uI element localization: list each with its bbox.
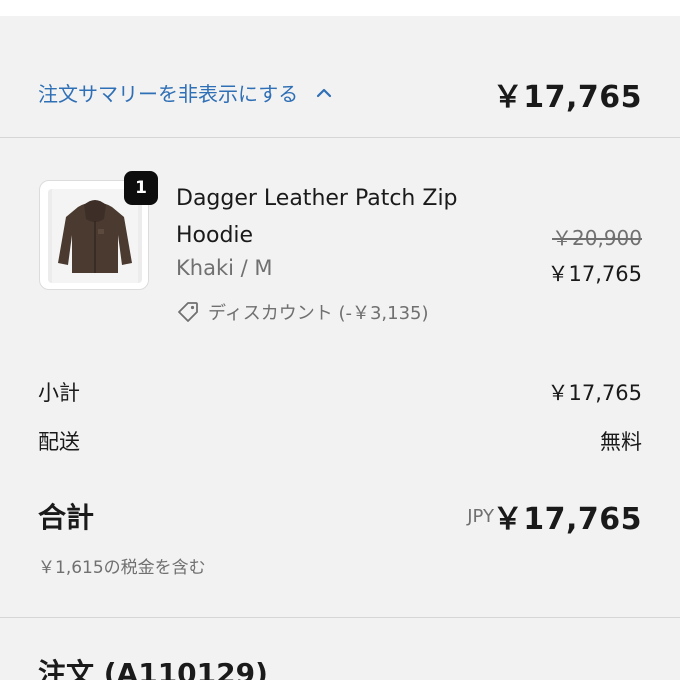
order-title: 注文 (A110129) <box>38 657 268 680</box>
total-label: 合計 <box>38 501 95 534</box>
hide-order-summary-link[interactable]: 注文サマリーを非表示にする <box>38 78 334 107</box>
line-item-price: ￥17,765 <box>547 262 642 286</box>
tag-icon <box>178 302 198 322</box>
discount-label: ディスカウント (-￥3,135) <box>208 303 429 324</box>
quantity-badge: 1 <box>124 171 158 205</box>
total-value: ￥17,765 <box>492 502 642 537</box>
order-summary-toggle-bar[interactable]: 注文サマリーを非表示にする ￥17,765 <box>0 16 680 138</box>
section-divider <box>0 617 680 618</box>
original-price: ￥20,900 <box>552 226 642 250</box>
hide-order-summary-label: 注文サマリーを非表示にする <box>38 82 299 106</box>
discount-line: ディスカウント (-￥3,135) <box>176 299 429 325</box>
product-variant: Khaki / M <box>176 256 273 280</box>
summary-total-price: ￥17,765 <box>492 80 642 115</box>
top-strip <box>0 0 680 16</box>
product-name: Dagger Leather Patch Zip Hoodie <box>176 186 458 248</box>
chevron-up-icon <box>317 88 332 97</box>
tax-note: ￥1,615の税金を含む <box>38 558 206 578</box>
currency-code: JPY <box>467 506 494 527</box>
subtotal-label: 小計 <box>38 381 80 405</box>
subtotal-value: ￥17,765 <box>547 381 642 405</box>
shipping-value: 無料 <box>600 430 642 454</box>
shipping-label: 配送 <box>38 430 80 454</box>
